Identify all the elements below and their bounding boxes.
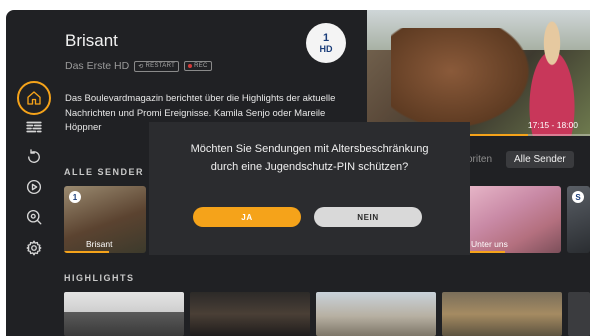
home-icon [27,91,41,105]
live-preview[interactable]: 17:15 - 18:00 [367,10,590,136]
channel-tile-label: Unter uns [471,239,508,249]
broadcast-time: 17:15 - 18:00 [527,120,578,130]
channel-tile-unter-uns[interactable]: Unter uns [467,186,561,253]
highlight-tile-2[interactable] [190,292,310,336]
das-erste-hd-logo: 1 HD [306,23,346,63]
tv-screen: Brisant Das Erste HD ⟲ RESTART REC Das B… [6,10,590,336]
logo-number: 1 [322,31,330,44]
filter-all-channels[interactable]: Alle Sender [506,151,574,168]
search-nav-button[interactable] [20,203,48,231]
restart-badge[interactable]: ⟲ RESTART [134,60,180,72]
restart-label: RESTART [145,63,176,69]
preview-person-image [517,20,587,136]
highlight-tile-4[interactable] [442,292,562,336]
play-nav-button[interactable] [20,173,48,201]
logo-hd: HD [319,43,333,54]
parental-pin-dialog: Möchten Sie Sendungen mit Altersbeschrän… [150,123,469,254]
no-button[interactable]: NEIN [314,207,422,227]
play-icon [26,179,42,195]
channel-name: Das Erste HD [65,60,130,72]
channel-progress [64,251,110,253]
dialog-message-line-1: Möchten Sie Sendungen mit Altersbeschrän… [190,143,429,155]
highlight-tile-5[interactable] [568,292,590,336]
restart-icon: ⟲ [138,63,144,70]
section-title-channels: ALLE SENDER [64,167,145,177]
channel-tile-label: Brisant [86,239,113,249]
rec-badge[interactable]: REC [184,61,212,71]
guide-nav-button[interactable] [20,113,48,141]
record-dot-icon [188,64,193,68]
replay-icon [28,149,40,163]
settings-nav-button[interactable] [20,234,48,262]
channel-tile-next[interactable]: S [567,186,590,253]
highlight-tile-1[interactable] [64,292,184,336]
channel-info: Das Erste HD ⟲ RESTART REC [65,60,212,72]
channel-progress [467,251,505,253]
search-icon [26,209,42,225]
settings-icon [26,240,42,256]
sidebar [6,10,64,336]
dialog-message: Möchten Sie Sendungen mit Altersbeschrän… [150,140,469,176]
home-nav-button[interactable] [17,81,51,115]
rec-label: REC [194,63,208,69]
program-title: Brisant [65,31,118,50]
channel-logo-badge: 1 [69,191,81,203]
highlight-tile-3[interactable] [316,292,436,336]
replay-nav-button[interactable] [20,143,48,171]
channel-filters: voriten Alle Sender [454,151,574,168]
section-title-highlights: HIGHLIGHTS [64,273,135,283]
guide-icon [26,121,42,133]
channel-logo-badge: S [572,191,584,203]
channel-tile-brisant[interactable]: 1 Brisant [64,186,146,253]
yes-button[interactable]: JA [193,207,301,227]
dialog-message-line-2: durch eine Jugendschutz-PIN schützen? [210,161,409,173]
